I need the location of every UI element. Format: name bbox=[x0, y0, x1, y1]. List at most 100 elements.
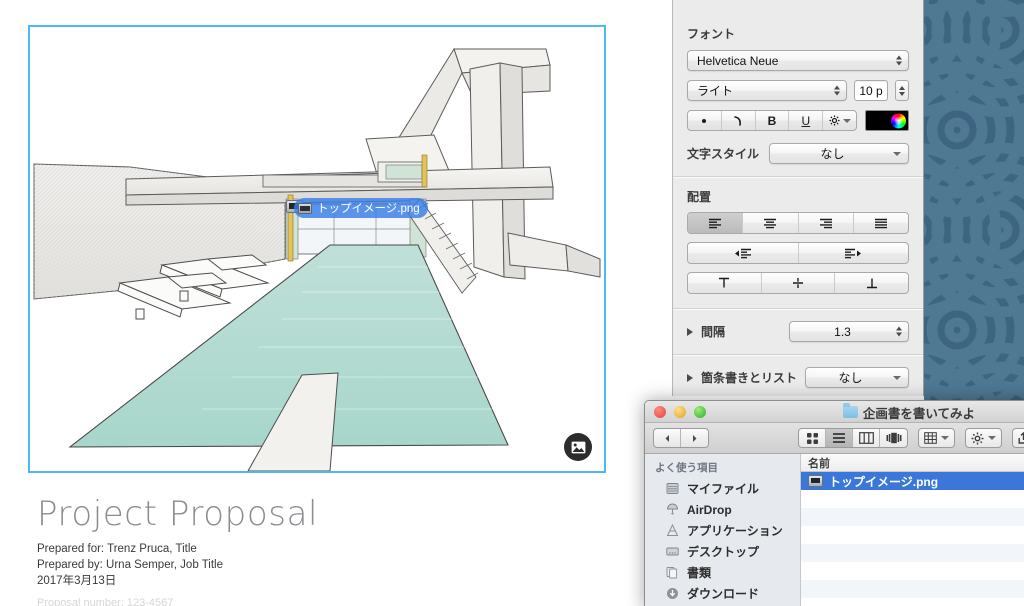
format-inspector-panel[interactable]: フォント Helvetica Neue ライト 10 p B U 文字スタイル … bbox=[672, 0, 924, 401]
spacing-label: 間隔 bbox=[701, 325, 726, 339]
column-header-name[interactable]: 名前 bbox=[801, 454, 1024, 472]
vertical-align-group[interactable] bbox=[687, 272, 909, 294]
font-family-popup[interactable]: Helvetica Neue bbox=[687, 50, 909, 71]
font-weight-value: ライト bbox=[697, 84, 734, 98]
font-size-input[interactable]: 10 p bbox=[854, 80, 888, 101]
horizontal-align-group[interactable] bbox=[687, 212, 909, 234]
bullets-value: なし bbox=[838, 371, 863, 385]
navigation-buttons[interactable] bbox=[653, 428, 709, 448]
font-family-value: Helvetica Neue bbox=[697, 53, 779, 68]
align-center-icon[interactable] bbox=[743, 213, 799, 233]
character-style-popup[interactable]: なし bbox=[769, 143, 909, 164]
chevron-down-icon bbox=[893, 375, 901, 380]
applications-icon bbox=[665, 524, 680, 538]
column-view-button[interactable] bbox=[853, 429, 880, 447]
font-weight-popup[interactable]: ライト bbox=[687, 80, 847, 101]
font-format-row: B U bbox=[687, 110, 909, 131]
forward-button[interactable] bbox=[681, 429, 708, 447]
align-right-icon[interactable] bbox=[799, 213, 854, 233]
drag-ghost-mini-icon bbox=[298, 202, 312, 214]
align-middle-icon[interactable] bbox=[762, 273, 836, 293]
doc-line-proposal-number: Proposal number: 123-4567 bbox=[37, 597, 174, 606]
text-format-segmented-group[interactable]: B U bbox=[687, 110, 857, 131]
underline-button[interactable]: U bbox=[789, 111, 824, 130]
arrange-button[interactable] bbox=[918, 428, 955, 448]
action-menu-button[interactable] bbox=[965, 428, 1002, 448]
align-left-icon[interactable] bbox=[688, 213, 744, 233]
indent-group[interactable] bbox=[687, 242, 909, 264]
finder-window[interactable]: 企画書を書いてみよ よく使う項目 マイファイル AirDrop アプリケーション… bbox=[644, 400, 1024, 606]
view-mode-segmented-control[interactable] bbox=[798, 428, 908, 448]
zoom-button[interactable] bbox=[694, 405, 706, 418]
finder-toolbar[interactable] bbox=[645, 423, 1024, 454]
sidebar-heading: よく使う項目 bbox=[655, 462, 718, 474]
document-canvas[interactable]: トップイメージ.png Project Proposal Prepared fo… bbox=[0, 0, 672, 606]
character-style-row: 文字スタイル なし bbox=[687, 143, 909, 176]
gear-icon[interactable] bbox=[823, 111, 856, 130]
architectural-drawing bbox=[30, 27, 604, 471]
spacing-row[interactable]: 間隔 1.3 bbox=[687, 309, 909, 354]
back-button[interactable] bbox=[654, 429, 681, 447]
decrease-indent-icon[interactable] bbox=[688, 243, 799, 263]
font-section-heading: フォント bbox=[687, 27, 736, 41]
italic-swash-icon[interactable] bbox=[722, 111, 756, 130]
file-name: トップイメージ.png bbox=[829, 474, 939, 489]
sidebar-item-desktop[interactable]: デスクトップ bbox=[645, 541, 800, 562]
document-faint-lines: Proposal number: 123-4567 Street Address… bbox=[37, 596, 203, 606]
image-placeholder-badge-icon bbox=[564, 433, 592, 461]
chevron-updown-icon bbox=[832, 83, 841, 98]
table-row-empty bbox=[801, 508, 1024, 526]
close-button[interactable] bbox=[654, 405, 666, 418]
minimize-button[interactable] bbox=[674, 405, 686, 418]
table-row-empty bbox=[801, 580, 1024, 598]
all-my-files-icon bbox=[665, 482, 680, 496]
disclosure-triangle-icon[interactable] bbox=[687, 327, 693, 336]
chevron-down-icon bbox=[893, 151, 901, 156]
share-button[interactable] bbox=[1012, 428, 1024, 448]
increase-indent-icon[interactable] bbox=[799, 243, 909, 263]
png-file-icon bbox=[808, 475, 823, 487]
sidebar-item-all-my-files[interactable]: マイファイル bbox=[645, 478, 800, 499]
sidebar-item-airdrop[interactable]: AirDrop bbox=[645, 499, 800, 520]
character-style-label: 文字スタイル bbox=[687, 147, 760, 161]
window-traffic-lights bbox=[645, 405, 706, 418]
bullets-value-popup[interactable]: なし bbox=[805, 367, 909, 388]
sidebar-label: ダウンロード bbox=[687, 587, 760, 601]
coverflow-view-button[interactable] bbox=[880, 429, 907, 447]
bullets-row[interactable]: 箇条書きとリスト なし bbox=[687, 355, 909, 400]
finder-sidebar[interactable]: よく使う項目 マイファイル AirDrop アプリケーション デスクトップ 書類… bbox=[645, 454, 801, 606]
finder-file-list[interactable]: 名前 トップイメージ.png bbox=[801, 454, 1024, 606]
character-style-value: なし bbox=[820, 147, 845, 161]
align-top-icon[interactable] bbox=[688, 273, 762, 293]
color-wheel-icon bbox=[891, 113, 906, 128]
drag-ghost-label: トップイメージ.png bbox=[294, 198, 428, 218]
disclosure-triangle-icon[interactable] bbox=[687, 373, 693, 382]
font-style-row: ライト 10 p bbox=[687, 80, 909, 101]
table-row[interactable]: トップイメージ.png bbox=[801, 472, 1024, 490]
sidebar-label: アプリケーション bbox=[687, 524, 783, 538]
bullets-section: 箇条書きとリスト なし bbox=[673, 355, 923, 400]
chevron-updown-icon bbox=[894, 53, 903, 68]
align-justify-icon[interactable] bbox=[854, 213, 908, 233]
sidebar-item-applications[interactable]: アプリケーション bbox=[645, 520, 800, 541]
sidebar-label: 書類 bbox=[687, 566, 712, 580]
bold-button[interactable]: B bbox=[756, 111, 790, 130]
screen: トップイメージ.png Project Proposal Prepared fo… bbox=[0, 0, 1024, 606]
text-color-well[interactable] bbox=[865, 110, 909, 131]
table-row-empty bbox=[801, 562, 1024, 580]
sidebar-item-documents[interactable]: 書類 bbox=[645, 562, 800, 583]
spacing-value-stepper[interactable]: 1.3 bbox=[789, 321, 909, 342]
table-row-empty bbox=[801, 526, 1024, 544]
chevron-updown-icon bbox=[894, 324, 903, 339]
sidebar-label: AirDrop bbox=[687, 502, 732, 517]
list-view-button[interactable] bbox=[826, 429, 853, 447]
drag-ghost-filename: トップイメージ.png bbox=[317, 203, 420, 215]
alignment-section-heading: 配置 bbox=[687, 190, 712, 204]
finder-titlebar[interactable]: 企画書を書いてみよ bbox=[645, 401, 1024, 423]
sidebar-item-downloads[interactable]: ダウンロード bbox=[645, 583, 800, 604]
icon-view-button[interactable] bbox=[799, 429, 826, 447]
selected-image-frame[interactable] bbox=[28, 25, 606, 473]
align-bottom-icon[interactable] bbox=[835, 273, 908, 293]
font-size-stepper[interactable] bbox=[895, 80, 909, 101]
bullet-glyph-icon[interactable] bbox=[688, 111, 722, 130]
